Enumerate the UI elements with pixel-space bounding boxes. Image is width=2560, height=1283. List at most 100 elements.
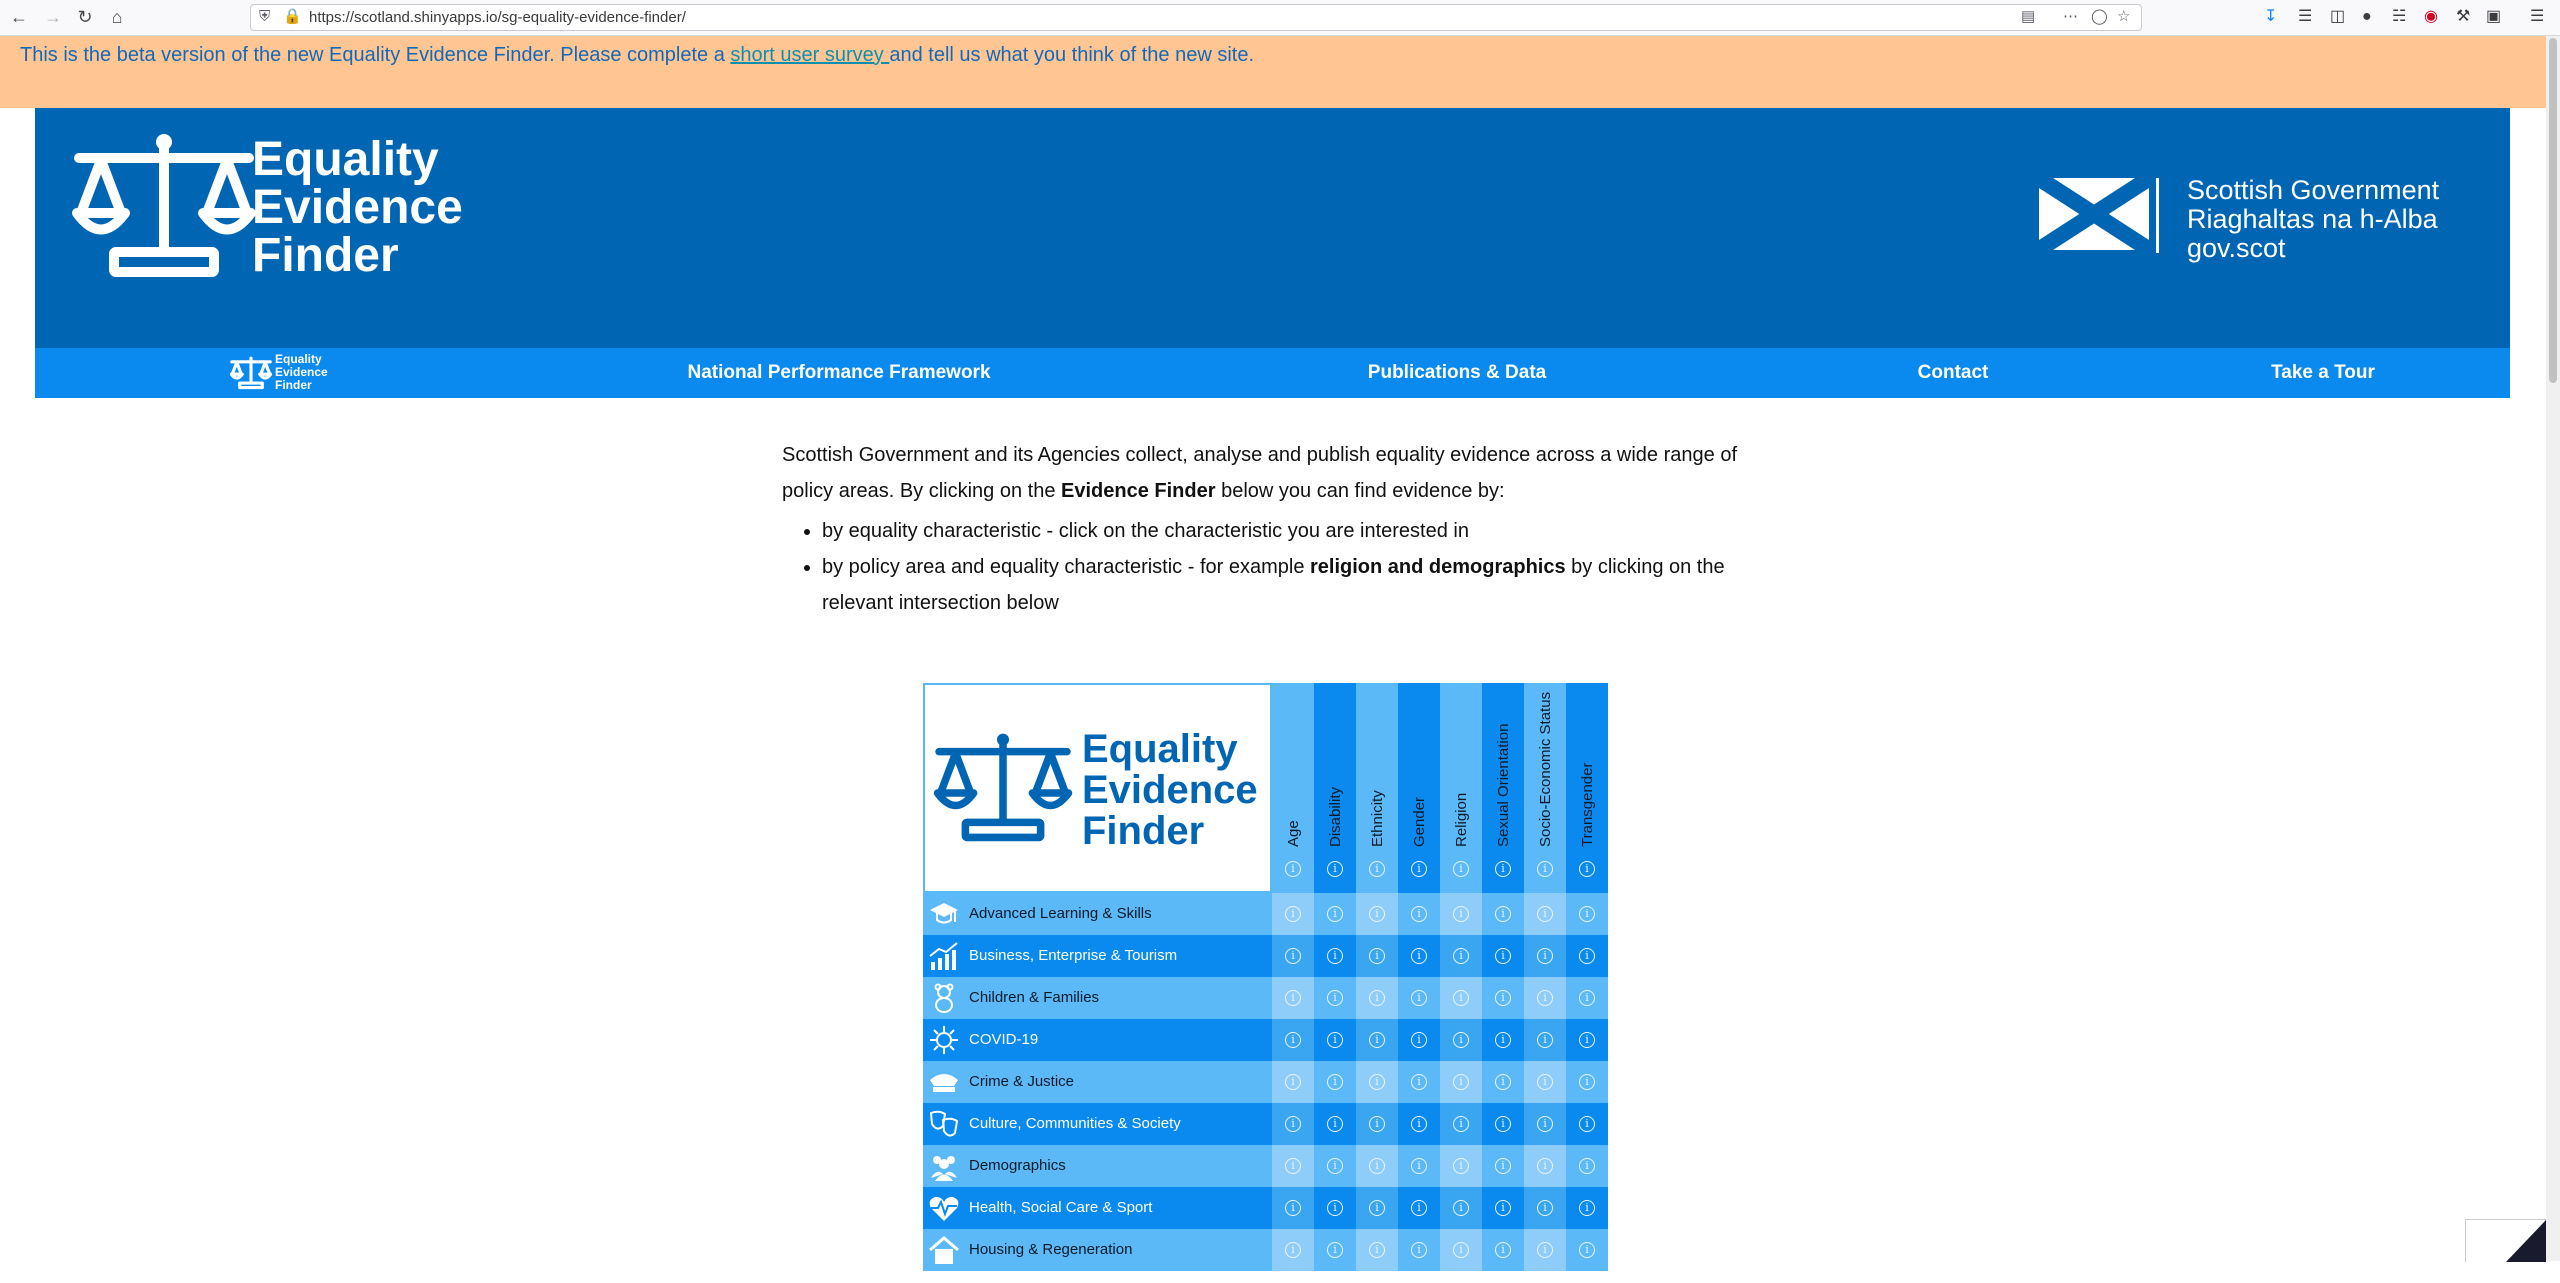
intersection-cell[interactable]: i (1356, 1103, 1398, 1145)
intersection-cell[interactable]: i (1482, 1229, 1524, 1271)
intersection-cell[interactable]: i (1524, 1187, 1566, 1229)
row-header-demographics[interactable]: Demographics (923, 1145, 1272, 1187)
intersection-cell[interactable]: i (1440, 1103, 1482, 1145)
intersection-cell[interactable]: i (1272, 935, 1314, 977)
tracking-shield-icon[interactable]: ⛨ (259, 7, 270, 27)
intersection-cell[interactable]: i (1398, 1187, 1440, 1229)
download-icon[interactable]: ↧ (2264, 7, 2277, 27)
menu-icon[interactable]: ☰ (2530, 7, 2544, 27)
intersection-cell[interactable]: i (1356, 1145, 1398, 1187)
row-header-children-families[interactable]: Children & Families (923, 977, 1272, 1019)
intersection-cell[interactable]: i (1566, 1019, 1608, 1061)
pocket-icon[interactable]: ◯ (2091, 7, 2108, 27)
intersection-cell[interactable]: i (1482, 1019, 1524, 1061)
account-icon[interactable]: ● (2362, 7, 2372, 27)
intersection-cell[interactable]: i (1398, 1061, 1440, 1103)
addon-icon[interactable]: ▣ (2486, 7, 2501, 27)
intersection-cell[interactable]: i (1440, 893, 1482, 935)
intersection-cell[interactable]: i (1566, 1145, 1608, 1187)
intersection-cell[interactable]: i (1356, 893, 1398, 935)
intersection-cell[interactable]: i (1314, 977, 1356, 1019)
intersection-cell[interactable]: i (1356, 935, 1398, 977)
row-header-crime-justice[interactable]: Crime & Justice (923, 1061, 1272, 1103)
intersection-cell[interactable]: i (1524, 893, 1566, 935)
intersection-cell[interactable]: i (1272, 1187, 1314, 1229)
intersection-cell[interactable]: i (1272, 1145, 1314, 1187)
intersection-cell[interactable]: i (1356, 1229, 1398, 1271)
column-info-disability[interactable]: i (1314, 848, 1356, 890)
intersection-cell[interactable]: i (1440, 1145, 1482, 1187)
intersection-cell[interactable]: i (1272, 1103, 1314, 1145)
library-icon[interactable]: ☰ (2298, 7, 2312, 27)
intersection-cell[interactable]: i (1524, 1019, 1566, 1061)
intersection-cell[interactable]: i (1440, 935, 1482, 977)
intersection-cell[interactable]: i (1524, 935, 1566, 977)
intersection-cell[interactable]: i (1272, 893, 1314, 935)
column-info-religion[interactable]: i (1440, 848, 1482, 890)
column-info-sexual-orientation[interactable]: i (1482, 848, 1524, 890)
intersection-cell[interactable]: i (1524, 1061, 1566, 1103)
intersection-cell[interactable]: i (1398, 893, 1440, 935)
intersection-cell[interactable]: i (1566, 977, 1608, 1019)
lock-icon[interactable]: 🔒 (283, 7, 302, 27)
home-icon[interactable]: ⌂ (106, 6, 128, 28)
intersection-cell[interactable]: i (1524, 977, 1566, 1019)
url-text[interactable]: https://scotland.shinyapps.io/sg-equalit… (309, 5, 686, 30)
intersection-cell[interactable]: i (1314, 1019, 1356, 1061)
corner-widget[interactable] (2465, 1219, 2546, 1262)
nav-national-performance-framework[interactable]: National Performance Framework (687, 348, 990, 398)
intersection-cell[interactable]: i (1314, 935, 1356, 977)
intersection-cell[interactable]: i (1482, 1061, 1524, 1103)
back-arrow-icon[interactable]: ← (8, 6, 30, 28)
column-info-socio-economic-status[interactable]: i (1524, 848, 1566, 890)
intersection-cell[interactable]: i (1398, 1019, 1440, 1061)
forward-arrow-icon[interactable]: → (42, 6, 64, 28)
intersection-cell[interactable]: i (1524, 1229, 1566, 1271)
bookmark-star-icon[interactable]: ☆ (2117, 7, 2130, 27)
intersection-cell[interactable]: i (1440, 1229, 1482, 1271)
intersection-cell[interactable]: i (1398, 977, 1440, 1019)
column-info-age[interactable]: i (1272, 848, 1314, 890)
intersection-cell[interactable]: i (1482, 1187, 1524, 1229)
nav-contact[interactable]: Contact (1918, 348, 1989, 398)
intersection-cell[interactable]: i (1482, 1145, 1524, 1187)
intersection-cell[interactable]: i (1398, 935, 1440, 977)
intersection-cell[interactable]: i (1314, 1187, 1356, 1229)
row-header-business-enterprise-tourism[interactable]: Business, Enterprise & Tourism (923, 935, 1272, 977)
intersection-cell[interactable]: i (1482, 977, 1524, 1019)
grid-logo[interactable]: Equality Evidence Finder (923, 683, 1272, 893)
extension-icon[interactable]: ☵ (2392, 7, 2406, 27)
row-header-housing-regeneration[interactable]: Housing & Regeneration (923, 1229, 1272, 1271)
column-info-gender[interactable]: i (1398, 848, 1440, 890)
intersection-cell[interactable]: i (1272, 1061, 1314, 1103)
intersection-cell[interactable]: i (1482, 1103, 1524, 1145)
survey-link[interactable]: short user survey (730, 44, 889, 66)
intersection-cell[interactable]: i (1398, 1103, 1440, 1145)
reload-icon[interactable]: ↻ (74, 6, 96, 28)
scrollbar-thumb[interactable] (2549, 38, 2557, 383)
intersection-cell[interactable]: i (1398, 1145, 1440, 1187)
scales-logo-icon[interactable] (71, 128, 257, 278)
intersection-cell[interactable]: i (1272, 1229, 1314, 1271)
nav-take-a-tour[interactable]: Take a Tour (2271, 348, 2375, 398)
notification-icon[interactable]: ◉ (2424, 7, 2438, 27)
page-actions-icon[interactable]: ⋯ (2063, 7, 2078, 27)
intersection-cell[interactable]: i (1314, 893, 1356, 935)
row-header-health-social-care-sport[interactable]: Health, Social Care & Sport (923, 1187, 1272, 1229)
intersection-cell[interactable]: i (1356, 977, 1398, 1019)
column-info-transgender[interactable]: i (1566, 848, 1608, 890)
intersection-cell[interactable]: i (1398, 1229, 1440, 1271)
intersection-cell[interactable]: i (1482, 893, 1524, 935)
intersection-cell[interactable]: i (1482, 935, 1524, 977)
intersection-cell[interactable]: i (1440, 1061, 1482, 1103)
intersection-cell[interactable]: i (1440, 1019, 1482, 1061)
intersection-cell[interactable]: i (1356, 1187, 1398, 1229)
header-logo-text[interactable]: Equality Evidence Finder (252, 136, 463, 280)
intersection-cell[interactable]: i (1314, 1229, 1356, 1271)
intersection-cell[interactable]: i (1314, 1145, 1356, 1187)
intersection-cell[interactable]: i (1524, 1145, 1566, 1187)
nav-publications-data[interactable]: Publications & Data (1368, 348, 1546, 398)
row-header-advanced-learning-skills[interactable]: Advanced Learning & Skills (923, 893, 1272, 935)
row-header-covid-19[interactable]: COVID-19 (923, 1019, 1272, 1061)
intersection-cell[interactable]: i (1314, 1061, 1356, 1103)
